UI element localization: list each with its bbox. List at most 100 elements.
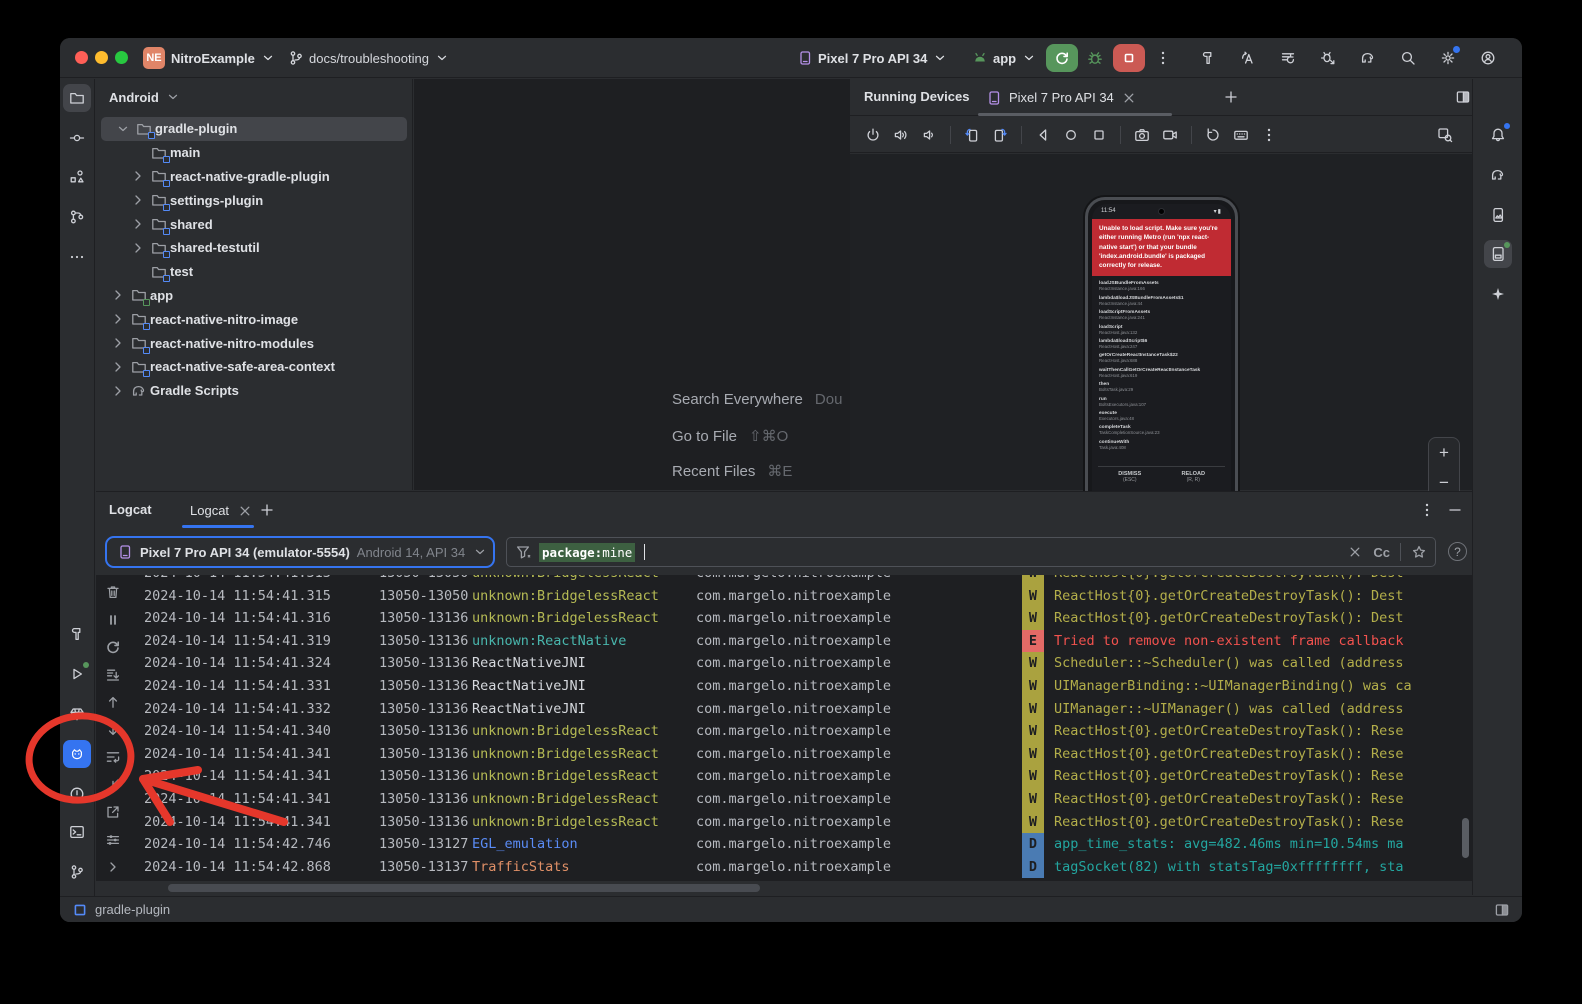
pause-logcat-icon[interactable]: [104, 611, 122, 629]
run-more-icon[interactable]: [1150, 45, 1176, 71]
tree-item-main[interactable]: main: [96, 141, 412, 165]
code-inspection-icon[interactable]: [1235, 45, 1261, 71]
running-devices-icon[interactable]: [1484, 240, 1512, 268]
chevron-down-icon[interactable]: [115, 121, 131, 137]
volume-up-icon[interactable]: [890, 124, 912, 146]
project-view-selector[interactable]: Android: [109, 89, 181, 105]
log-row[interactable]: 2024-10-14 11:54:41.31913050-13136unknow…: [144, 630, 1460, 653]
chevron-right-icon[interactable]: [130, 192, 146, 208]
log-row[interactable]: 2024-10-14 11:54:41.31513050-13050unknow…: [144, 585, 1460, 608]
hide-panel-icon[interactable]: [1442, 497, 1468, 523]
profiler-icon[interactable]: [1315, 45, 1341, 71]
log-row[interactable]: 2024-10-14 11:54:41.33113050-13136ReactN…: [144, 675, 1460, 698]
terminal-tool-icon[interactable]: [63, 818, 91, 846]
home-icon[interactable]: [1060, 124, 1082, 146]
zoom-out-button[interactable]: −: [1439, 473, 1449, 493]
tree-item-react-native-nitro-modules[interactable]: react-native-nitro-modules: [96, 331, 412, 355]
mirror-search-icon[interactable]: [1432, 122, 1458, 148]
screen-record-icon[interactable]: [1159, 124, 1181, 146]
stop-button[interactable]: [1113, 44, 1145, 72]
log-row[interactable]: 2024-10-14 11:54:41.34113050-13136unknow…: [144, 788, 1460, 811]
back-icon[interactable]: [1032, 124, 1054, 146]
soft-wrap-icon[interactable]: [104, 748, 122, 766]
log-row[interactable]: 2024-10-14 11:54:41.34113050-13136unknow…: [144, 765, 1460, 788]
gradle-sync-icon[interactable]: [1355, 45, 1381, 71]
chevron-right-icon[interactable]: [110, 335, 126, 351]
debug-button[interactable]: [1082, 45, 1108, 71]
help-icon[interactable]: ?: [1448, 542, 1467, 561]
tree-item-react-native-gradle-plugin[interactable]: react-native-gradle-plugin: [96, 165, 412, 189]
more-tools-icon[interactable]: [63, 243, 91, 271]
screenshot-icon[interactable]: [1131, 124, 1153, 146]
horizontal-scrollbar[interactable]: [168, 884, 760, 892]
filter-icon[interactable]: [515, 544, 531, 560]
overview-icon[interactable]: [1088, 124, 1110, 146]
chevron-right-icon[interactable]: [130, 216, 146, 232]
chevron-right-icon[interactable]: [130, 240, 146, 256]
device-reset-icon[interactable]: [1202, 124, 1224, 146]
logcat-device-selector[interactable]: Pixel 7 Pro API 34 (emulator-5554) Andro…: [105, 536, 495, 568]
minimize-window-button[interactable]: [95, 51, 108, 64]
gemini-icon[interactable]: [1484, 280, 1512, 308]
clear-filter-icon[interactable]: [1347, 544, 1363, 560]
tree-item-gradle-plugin[interactable]: gradle-plugin: [101, 117, 407, 141]
tree-item-test[interactable]: test: [96, 260, 412, 284]
tree-item-app[interactable]: app: [96, 284, 412, 308]
log-row[interactable]: 2024-10-14 11:54:41.31613050-13136unknow…: [144, 607, 1460, 630]
tree-item-react-native-safe-area-context[interactable]: react-native-safe-area-context: [96, 355, 412, 379]
logcat-filter-field[interactable]: package:mine Cc: [506, 537, 1436, 567]
clear-logcat-icon[interactable]: [104, 583, 122, 601]
previous-occurrence-icon[interactable]: [104, 693, 122, 711]
match-case-toggle[interactable]: Cc: [1373, 545, 1390, 560]
device-tab[interactable]: Pixel 7 Pro API 34: [978, 79, 1145, 116]
volume-down-icon[interactable]: [918, 124, 940, 146]
build-variants-icon[interactable]: [1275, 45, 1301, 71]
rotate-left-icon[interactable]: [961, 124, 983, 146]
expand-tools-icon[interactable]: [104, 858, 122, 876]
new-device-tab-button[interactable]: [1218, 84, 1244, 110]
chevron-right-icon[interactable]: [110, 383, 126, 399]
log-row[interactable]: 2024-10-14 11:54:42.86813050-13137Traffi…: [144, 856, 1460, 879]
device-selector[interactable]: Pixel 7 Pro API 34: [797, 38, 948, 78]
window-layout-icon[interactable]: [1494, 902, 1510, 918]
rotate-right-icon[interactable]: [989, 124, 1011, 146]
tree-item-settings-plugin[interactable]: settings-plugin: [96, 188, 412, 212]
app-quality-insights-icon[interactable]: [63, 700, 91, 728]
structure-tool-icon[interactable]: [63, 163, 91, 191]
log-row[interactable]: 2024-10-14 11:54:41.34113050-13136unknow…: [144, 743, 1460, 766]
device-manager-icon[interactable]: [1484, 201, 1512, 229]
pull-requests-tool-icon[interactable]: [63, 203, 91, 231]
breadcrumb[interactable]: gradle-plugin: [95, 902, 170, 917]
close-tab-icon[interactable]: [237, 503, 253, 519]
close-tab-icon[interactable]: [1121, 90, 1137, 106]
settings-icon[interactable]: [1435, 45, 1461, 71]
vertical-scrollbar[interactable]: [1462, 818, 1469, 858]
tree-item-react-native-nitro-image[interactable]: react-native-nitro-image: [96, 307, 412, 331]
tree-item-gradle-scripts[interactable]: Gradle Scripts: [96, 379, 412, 403]
run-tool-icon[interactable]: [63, 660, 91, 688]
restart-logcat-icon[interactable]: [104, 638, 122, 656]
device-more-icon[interactable]: [1258, 124, 1280, 146]
search-everywhere-icon[interactable]: [1395, 45, 1421, 71]
gradle-tool-icon[interactable]: [1484, 161, 1512, 189]
scroll-to-end-icon[interactable]: [104, 666, 122, 684]
log-rows[interactable]: 2024-10-14 11:54:41.31313050-13050unknow…: [144, 575, 1460, 881]
configure-logcat-icon[interactable]: [104, 831, 122, 849]
chevron-right-icon[interactable]: [110, 359, 126, 375]
log-row[interactable]: 2024-10-14 11:54:41.34113050-13136unknow…: [144, 811, 1460, 834]
run-configuration-selector[interactable]: app: [972, 38, 1037, 78]
log-row[interactable]: 2024-10-14 11:54:41.31313050-13050unknow…: [144, 575, 1460, 585]
panel-options-icon[interactable]: [1414, 497, 1440, 523]
logcat-tool-icon[interactable]: [63, 740, 91, 768]
next-occurrence-icon[interactable]: [104, 721, 122, 739]
log-row[interactable]: 2024-10-14 11:54:41.34013050-13136unknow…: [144, 720, 1460, 743]
new-logcat-tab-button[interactable]: [254, 497, 280, 523]
build-icon[interactable]: [1195, 45, 1221, 71]
chevron-right-icon[interactable]: [110, 287, 126, 303]
chevron-right-icon[interactable]: [130, 168, 146, 184]
import-logcat-icon[interactable]: [104, 776, 122, 794]
account-icon[interactable]: [1475, 45, 1501, 71]
zoom-in-button[interactable]: +: [1439, 443, 1449, 463]
tree-item-shared[interactable]: shared: [96, 212, 412, 236]
log-row[interactable]: 2024-10-14 11:54:41.33213050-13136ReactN…: [144, 698, 1460, 721]
